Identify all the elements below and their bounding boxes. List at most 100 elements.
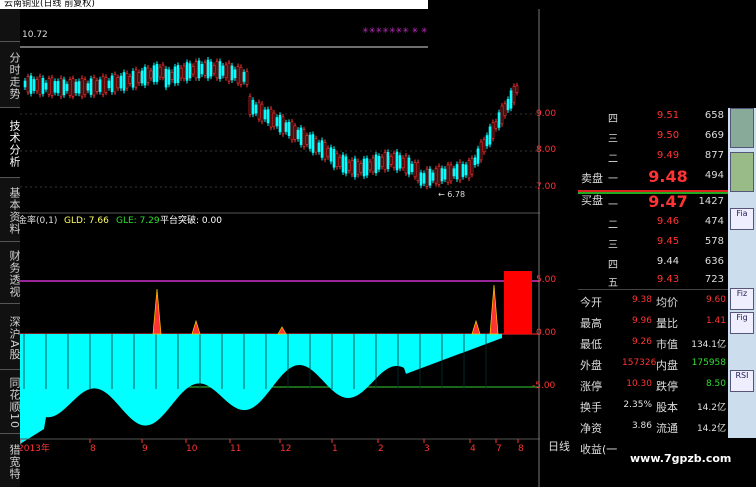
buy-volume: 578 bbox=[704, 236, 724, 247]
candle-body bbox=[377, 155, 381, 170]
sell-row[interactable]: 一 9.48 494 bbox=[578, 167, 728, 190]
event-markers: ✳✳✳✳✳✳✳ ✳ ✳ bbox=[362, 26, 428, 35]
candle-body bbox=[212, 65, 216, 74]
candle-body bbox=[122, 72, 126, 91]
candle-body bbox=[476, 148, 480, 164]
buy-level: 一 bbox=[608, 200, 618, 211]
stat-value: 14.2亿 bbox=[696, 424, 726, 434]
candle-body bbox=[395, 151, 399, 171]
indicator-spike bbox=[471, 319, 481, 335]
candle-body bbox=[188, 63, 192, 79]
buy-row[interactable]: 二 9.46 474 bbox=[578, 216, 728, 236]
candle-body bbox=[314, 138, 318, 153]
x-axis: 2013年 8 9 10 11 12 1 2 3 4 7 8 bbox=[20, 439, 524, 454]
stat-label: 最高 bbox=[580, 317, 602, 330]
candle-body bbox=[434, 168, 438, 184]
candle-body bbox=[170, 71, 174, 80]
sell-price: 9.51 bbox=[656, 110, 680, 121]
candle-body bbox=[464, 164, 468, 176]
candle-body bbox=[419, 172, 423, 186]
candle-body bbox=[92, 77, 96, 96]
candle-body bbox=[155, 63, 159, 82]
stat-value: 175958 bbox=[691, 358, 726, 368]
candle-body bbox=[353, 158, 357, 178]
stat-value: 9.60 bbox=[705, 295, 726, 305]
stat-value: 3.86 bbox=[631, 421, 652, 431]
buy-row[interactable]: 一 9.47 1427 bbox=[578, 192, 728, 216]
candle-body bbox=[146, 67, 150, 83]
candle-body bbox=[341, 154, 345, 173]
candle-body bbox=[332, 148, 336, 168]
candle-body bbox=[350, 159, 354, 175]
tab-profile[interactable]: 基本资料 bbox=[0, 177, 21, 241]
stat-value: 9.96 bbox=[631, 316, 652, 326]
sell-volume: 669 bbox=[704, 130, 724, 141]
buy-price: 9.43 bbox=[656, 274, 680, 285]
tab-shsz-a[interactable]: 深沪A股 bbox=[0, 303, 21, 369]
candle-body bbox=[158, 66, 162, 78]
stat-value: 9.26 bbox=[631, 337, 652, 347]
candle-body bbox=[134, 69, 138, 88]
stat-row: 涨停 10.30 跌停 8.50 bbox=[578, 378, 728, 396]
candle-body bbox=[227, 62, 231, 82]
buy-row[interactable]: 五 9.43 723 bbox=[578, 274, 728, 294]
indicator-signal: 平台突破: 0.00 bbox=[160, 214, 222, 226]
candle-body bbox=[272, 112, 276, 128]
shortcut-rsi[interactable]: RSI bbox=[730, 370, 754, 392]
ind-tick-minus5: -5.00 bbox=[532, 381, 556, 391]
candle-body bbox=[422, 173, 426, 184]
candle-body bbox=[119, 75, 123, 89]
candle-body bbox=[83, 79, 87, 95]
candle-body bbox=[389, 156, 393, 165]
shortcut-image-2[interactable] bbox=[730, 152, 754, 192]
histogram-area bbox=[20, 334, 502, 444]
candlestick-chart[interactable]: 10.72 ✳✳✳✳✳✳✳ ✳ ✳ ← 6.78 金率(0,1) GLD: 7.… bbox=[20, 9, 540, 487]
candle-body bbox=[194, 61, 198, 79]
stat-row: 换手 2.35% 股本 14.2亿 bbox=[578, 399, 728, 417]
indicator-name: 金率(0,1) bbox=[20, 214, 57, 226]
buy-row[interactable]: 四 9.44 636 bbox=[578, 256, 728, 276]
period-label[interactable]: 日线 bbox=[548, 438, 570, 454]
tab-extra[interactable]: 猎宽特 bbox=[0, 433, 21, 487]
sell-row[interactable]: 四 9.51 658 bbox=[578, 110, 728, 130]
candle-body bbox=[455, 164, 459, 180]
shortcut-image-1[interactable] bbox=[730, 108, 754, 148]
shortcut-fia[interactable]: Fia bbox=[730, 208, 754, 230]
sell-row[interactable]: 三 9.50 669 bbox=[578, 130, 728, 150]
candle-body bbox=[506, 99, 510, 111]
candle-body bbox=[35, 79, 39, 92]
buy-row[interactable]: 三 9.45 578 bbox=[578, 236, 728, 256]
sell-level: 二 bbox=[608, 154, 618, 165]
candle-body bbox=[32, 79, 36, 91]
shortcut-fiz[interactable]: Fiz bbox=[730, 288, 754, 310]
candle-body bbox=[164, 68, 168, 88]
shortcut-fig[interactable]: Fig bbox=[730, 312, 754, 334]
candle-body bbox=[248, 96, 252, 115]
candle-body bbox=[137, 72, 141, 84]
tab-ths10[interactable]: 同花顺10 bbox=[0, 369, 21, 433]
candle-body bbox=[449, 164, 453, 182]
stat-value: 14.2亿 bbox=[696, 403, 726, 413]
tab-finance[interactable]: 财务透视 bbox=[0, 241, 21, 303]
candle-body bbox=[413, 162, 417, 178]
candle-body bbox=[107, 80, 111, 89]
buy-level: 二 bbox=[608, 220, 618, 231]
candle-body bbox=[287, 122, 291, 136]
sell-volume: 494 bbox=[704, 170, 724, 181]
stat-value: 9.38 bbox=[631, 295, 652, 305]
tab-realtime[interactable]: 分时走势 bbox=[0, 41, 21, 107]
candle-body bbox=[482, 139, 486, 153]
candle-body bbox=[275, 117, 279, 127]
stat-label: 量比 bbox=[656, 317, 678, 330]
sell-price: 9.49 bbox=[656, 150, 680, 161]
x-tick-label: 10 bbox=[186, 444, 198, 454]
candle-body bbox=[488, 126, 492, 145]
buy-level: 三 bbox=[608, 240, 618, 251]
candle-body bbox=[320, 140, 324, 158]
stat-row: 最高 9.96 量比 1.41 bbox=[578, 315, 728, 333]
x-tick-label: 9 bbox=[142, 444, 148, 454]
tab-technical[interactable]: 技术分析 bbox=[0, 107, 21, 177]
stat-label: 收益(一 bbox=[580, 443, 618, 456]
candle-body bbox=[401, 157, 405, 169]
candle-body bbox=[347, 161, 351, 171]
